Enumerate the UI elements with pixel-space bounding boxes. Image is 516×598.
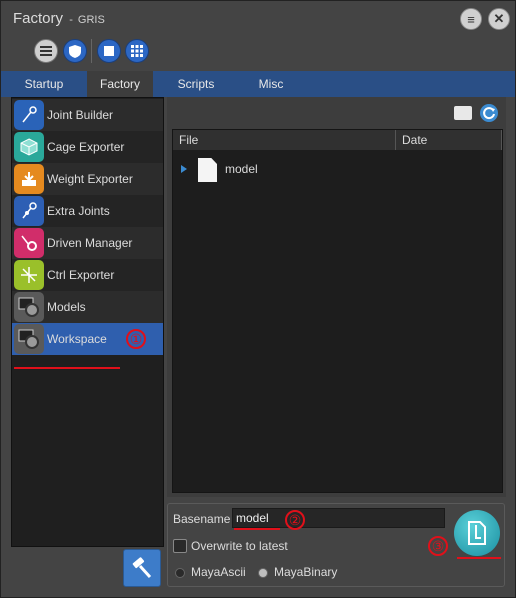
weight-exporter-icon <box>14 164 44 194</box>
file-name: model <box>225 162 258 176</box>
file-icon <box>198 158 217 182</box>
format-label-mayabinary: MayaBinary <box>274 565 338 579</box>
build-tools-button[interactable] <box>123 549 161 587</box>
file-tree[interactable]: File Date model <box>172 129 503 493</box>
annotation-marker-3: ③ <box>428 536 448 556</box>
overwrite-label: Overwrite to latest <box>191 539 288 553</box>
sidebar-item-weight-exporter[interactable]: Weight Exporter <box>12 163 163 195</box>
joint-builder-icon <box>14 100 44 130</box>
tab-startup[interactable]: Startup <box>1 71 87 97</box>
hamburger-icon <box>40 46 52 56</box>
sidebar-item-cage-exporter[interactable]: Cage Exporter <box>12 131 163 163</box>
sidebar-item-label: Ctrl Exporter <box>47 268 115 282</box>
toolbar-menu-button[interactable] <box>34 39 58 63</box>
close-icon: ✕ <box>493 11 505 26</box>
tab-factory[interactable]: Factory <box>87 71 153 97</box>
window-subtitle: GRIS <box>77 14 105 26</box>
expand-arrow-icon[interactable] <box>181 165 187 173</box>
format-radio-mayabinary[interactable] <box>258 568 268 578</box>
tool-sidebar: Joint Builder Cage Exporter Weight Expor… <box>11 97 164 547</box>
column-header-file[interactable]: File <box>173 130 396 150</box>
annotation-underline <box>234 528 280 530</box>
sidebar-item-driven-manager[interactable]: Driven Manager <box>12 227 163 259</box>
window-close-button[interactable]: ✕ <box>488 8 510 30</box>
column-header-date[interactable]: Date <box>396 130 502 150</box>
extra-joints-icon <box>14 196 44 226</box>
grid-icon <box>131 45 143 57</box>
ctrl-exporter-icon <box>14 260 44 290</box>
tab-scripts[interactable]: Scripts <box>153 71 239 97</box>
toolbar <box>1 35 515 69</box>
annotation-underline <box>14 367 120 369</box>
tab-misc[interactable]: Misc <box>239 71 303 97</box>
sidebar-item-models[interactable]: Models <box>12 291 163 323</box>
basename-label: Basename <box>173 512 231 526</box>
sidebar-item-label: Joint Builder <box>47 108 114 122</box>
app-window: Factory - GRIS ≡ ✕ Startup Factory Scrip… <box>0 0 516 598</box>
square-icon <box>104 46 114 56</box>
toolbar-separator <box>91 39 92 63</box>
hammer-icon <box>132 557 152 579</box>
toolbar-grid-button[interactable] <box>125 39 149 63</box>
workspace-icon <box>14 324 44 354</box>
refresh-icon <box>483 107 495 120</box>
tab-bar: Startup Factory Scripts Misc <box>1 71 515 97</box>
basename-input[interactable]: model <box>232 508 445 528</box>
sidebar-item-joint-builder[interactable]: Joint Builder <box>12 99 163 131</box>
shield-icon <box>69 44 81 58</box>
annotation-marker-1: ① <box>126 329 146 349</box>
refresh-button[interactable] <box>480 104 498 122</box>
title-bar: Factory - GRIS ≡ ✕ <box>1 1 515 35</box>
format-radio-mayaascii[interactable] <box>175 568 185 578</box>
save-document-icon <box>468 521 486 545</box>
overwrite-checkbox[interactable] <box>173 539 187 553</box>
sidebar-item-label: Workspace <box>47 332 107 346</box>
menu-icon: ≡ <box>467 11 475 27</box>
sidebar-item-label: Driven Manager <box>47 236 133 250</box>
sidebar-item-ctrl-exporter[interactable]: Ctrl Exporter <box>12 259 163 291</box>
window-title-text: Factory <box>13 10 64 27</box>
file-row[interactable]: model <box>173 154 502 184</box>
open-folder-button[interactable] <box>454 106 472 120</box>
sidebar-item-extra-joints[interactable]: Extra Joints <box>12 195 163 227</box>
save-file-button[interactable] <box>454 510 500 556</box>
annotation-underline <box>457 557 501 559</box>
driven-manager-icon <box>14 228 44 258</box>
sidebar-item-label: Extra Joints <box>47 204 110 218</box>
annotation-marker-2: ② <box>285 510 305 530</box>
window-title: Factory - GRIS <box>13 10 105 27</box>
sidebar-item-label: Cage Exporter <box>47 140 125 154</box>
format-label-mayaascii: MayaAscii <box>191 565 246 579</box>
toolbar-square-button[interactable] <box>97 39 121 63</box>
sidebar-item-label: Models <box>47 300 86 314</box>
models-icon <box>14 292 44 322</box>
toolbar-shield-button[interactable] <box>63 39 87 63</box>
window-menu-button[interactable]: ≡ <box>460 8 482 30</box>
sidebar-item-label: Weight Exporter <box>47 172 133 186</box>
cage-exporter-icon <box>14 132 44 162</box>
